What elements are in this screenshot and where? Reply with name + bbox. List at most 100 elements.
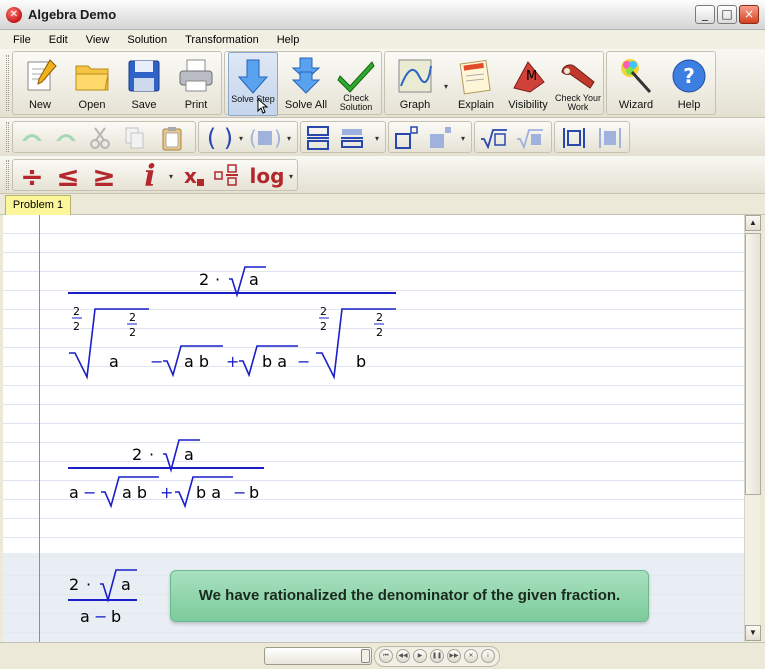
explanation-message: We have rationalized the denominator of …	[170, 570, 649, 622]
svg-text:2: 2	[320, 320, 327, 333]
undo-icon[interactable]	[17, 125, 47, 151]
print-button[interactable]: Print	[171, 52, 221, 116]
toolbar-grip[interactable]	[6, 160, 9, 190]
scroll-thumb[interactable]	[745, 233, 761, 495]
menu-transformation[interactable]: Transformation	[176, 34, 268, 46]
help-button[interactable]: ? Help	[663, 52, 715, 116]
menu-edit[interactable]: Edit	[40, 34, 77, 46]
fraction-inline-icon[interactable]	[213, 163, 243, 189]
solve-step-button[interactable]: Solve Step	[228, 52, 278, 116]
exponent-group: ▾	[388, 121, 472, 153]
info-icon[interactable]: i	[481, 649, 495, 663]
help-icon: ?	[672, 59, 706, 93]
arrow-down-icon	[237, 59, 269, 94]
less-equal-icon[interactable]: ≤	[53, 160, 83, 193]
visibility-button[interactable]: M Visibility	[503, 52, 553, 116]
bracket-box-icon[interactable]: ()	[247, 125, 283, 151]
square-root-alt-icon[interactable]	[515, 125, 545, 151]
symbols-group: ÷ ≤ ≥ i ▾ x log ▾	[12, 159, 298, 194]
graph-button[interactable]: Graph ▾	[387, 52, 448, 116]
divide-icon[interactable]: ÷	[17, 160, 47, 193]
chevron-down-icon[interactable]: ▾	[443, 82, 449, 91]
save-button[interactable]: Save	[119, 52, 169, 116]
play-icon[interactable]: ▶	[413, 649, 427, 663]
toolbar-grip[interactable]	[6, 122, 9, 152]
slider-knob[interactable]	[361, 649, 370, 663]
solve-all-button[interactable]: Solve All	[281, 52, 331, 116]
maximize-button[interactable]: □	[717, 5, 737, 24]
square-root-icon[interactable]	[479, 125, 509, 151]
chevron-down-icon[interactable]: ▾	[169, 172, 175, 181]
chevron-down-icon[interactable]: ▾	[287, 134, 293, 143]
superscript-icon[interactable]	[391, 125, 421, 151]
previous-step-icon[interactable]: ◀◀	[396, 649, 410, 663]
paste-icon[interactable]	[157, 125, 187, 151]
check-work-button[interactable]: Check Your Work	[553, 52, 603, 116]
next-step-icon[interactable]: ▶▶	[447, 649, 461, 663]
chevron-down-icon[interactable]: ▾	[289, 172, 295, 181]
folder-icon	[75, 65, 109, 91]
subscript-icon[interactable]: x	[179, 163, 209, 189]
superscript-alt-icon[interactable]	[425, 125, 455, 151]
explain-button[interactable]: Explain	[451, 52, 501, 116]
chevron-down-icon[interactable]: ▾	[461, 134, 467, 143]
svg-text:·: ·	[215, 270, 220, 289]
menu-file[interactable]: File	[0, 34, 40, 46]
log-icon[interactable]: log	[247, 163, 287, 189]
fraction-alt-icon[interactable]	[337, 125, 367, 151]
greater-equal-icon[interactable]: ≥	[89, 160, 119, 193]
menu-help[interactable]: Help	[268, 34, 309, 46]
svg-text:?: ?	[683, 64, 695, 88]
window-title: Algebra Demo	[28, 7, 117, 22]
svg-text:2: 2	[73, 305, 80, 318]
menu-solution[interactable]: Solution	[118, 34, 176, 46]
wizard-button[interactable]: Wizard	[610, 52, 662, 116]
expression-step-1[interactable]: 2 · √a ²⁄₂√(a^(2/2)) − √(a b) + √(b a) −…	[3, 215, 423, 385]
toolbar-grip[interactable]	[6, 55, 9, 111]
file-group: New Open Save Print	[12, 51, 222, 115]
scroll-up-icon[interactable]: ▲	[745, 215, 761, 231]
visibility-icon: M	[513, 61, 545, 93]
scroll-down-icon[interactable]: ▼	[745, 625, 761, 641]
step-slider[interactable]	[264, 647, 372, 665]
svg-text:2: 2	[376, 326, 383, 339]
svg-text:): )	[274, 126, 282, 150]
svg-text:−: −	[233, 483, 246, 502]
expression-step-3[interactable]: 2 · √a a − b 2 · a a − b	[3, 560, 153, 640]
chevron-down-icon[interactable]: ▾	[375, 134, 381, 143]
svg-text:b: b	[111, 607, 121, 626]
svg-text:a: a	[184, 445, 194, 464]
abs-group	[554, 121, 630, 153]
copy-icon[interactable]	[119, 125, 149, 151]
close-button[interactable]: ×	[739, 5, 759, 24]
fraction-icon[interactable]	[303, 125, 333, 151]
vertical-scrollbar[interactable]: ▲ ▼	[744, 215, 761, 642]
absolute-value-icon[interactable]	[559, 125, 589, 151]
tab-problem-1[interactable]: Problem 1	[5, 195, 71, 215]
minimize-button[interactable]: _	[695, 5, 715, 24]
parentheses-icon[interactable]: ( )	[203, 124, 237, 152]
check-solution-button[interactable]: Check Solution	[331, 52, 381, 116]
title-bar: ✕ Algebra Demo _ □ ×	[0, 0, 765, 30]
svg-text:2: 2	[69, 575, 79, 594]
stop-icon[interactable]: ✕	[464, 649, 478, 663]
svg-text:2: 2	[199, 270, 209, 289]
first-step-icon[interactable]: ⏮	[379, 649, 393, 663]
absolute-value-alt-icon[interactable]	[595, 125, 625, 151]
redo-icon[interactable]	[51, 125, 81, 151]
chevron-down-icon[interactable]: ▾	[239, 134, 245, 143]
menu-view[interactable]: View	[77, 34, 119, 46]
svg-text:2: 2	[132, 445, 142, 464]
open-button[interactable]: Open	[67, 52, 117, 116]
pause-icon[interactable]: ❚❚	[430, 649, 444, 663]
solve-group: Solve Step Solve All Check Solution	[224, 51, 382, 116]
svg-text:a: a	[69, 483, 79, 502]
brackets-group: ( ) ▾ () ▾	[198, 121, 298, 153]
svg-text:a b: a b	[184, 352, 209, 371]
symbol-toolbar: ÷ ≤ ≥ i ▾ x log ▾	[0, 156, 765, 194]
new-button[interactable]: New	[15, 52, 65, 116]
svg-text:−: −	[83, 483, 96, 502]
italic-icon[interactable]: i	[135, 159, 165, 194]
expression-step-2[interactable]: 2 · √a a − √(a b) + √(b a) − b 2 · a a −…	[3, 430, 303, 520]
cut-icon[interactable]	[85, 125, 115, 151]
